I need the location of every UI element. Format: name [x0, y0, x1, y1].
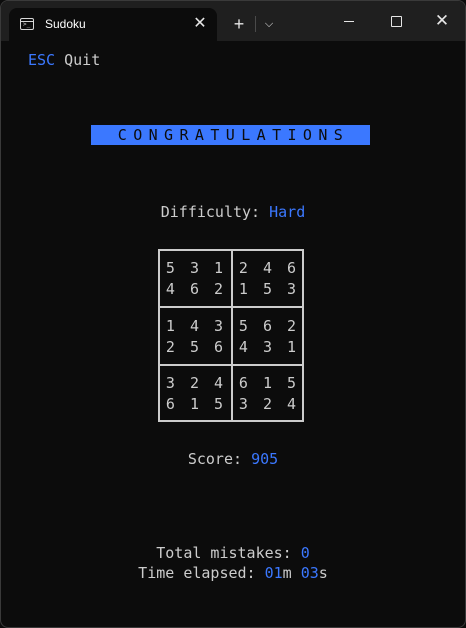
esc-key: ESC	[28, 51, 56, 69]
grid-row: 1 5 3	[238, 280, 300, 298]
mistakes-line: Total mistakes: 0	[1, 544, 465, 562]
difficulty-value: Hard	[269, 203, 306, 221]
elapsed-line: Time elapsed: 01m 03s	[1, 564, 465, 582]
tab-close-icon[interactable]: ✕	[189, 13, 211, 35]
mistakes-label: Total mistakes:	[156, 544, 292, 562]
grid-row: 3 2 4	[238, 395, 300, 413]
elapsed-minutes-unit: m	[282, 564, 292, 582]
minimize-button[interactable]	[326, 1, 372, 41]
title-bar: >_ Sudoku ✕ + ⌵ ✕	[1, 1, 465, 41]
score-label: Score:	[187, 450, 243, 468]
quit-hint: ESC Quit	[28, 51, 100, 69]
new-tab-button[interactable]: +	[228, 13, 250, 35]
elapsed-label: Time elapsed:	[138, 564, 256, 582]
grid-box: 5 6 2 4 3 1	[233, 315, 302, 365]
terminal-content: ESC Quit CONGRATULATIONS Difficulty: Har…	[1, 41, 465, 627]
grid-row: 6 1 5	[165, 395, 227, 413]
mistakes-value: 0	[300, 544, 310, 562]
grid-row: 2 4 6	[238, 259, 300, 277]
elapsed-seconds: 03	[300, 564, 319, 582]
score-value: 905	[251, 450, 279, 468]
score-line: Score: 905	[1, 450, 465, 468]
tab-title: Sudoku	[45, 17, 86, 31]
tab-sudoku[interactable]: >_ Sudoku ✕	[9, 8, 217, 41]
tab-divider	[255, 16, 256, 32]
maximize-button[interactable]	[373, 1, 419, 41]
grid-row: 5 6 2	[238, 317, 300, 335]
terminal-window: >_ Sudoku ✕ + ⌵ ✕ ESC Quit CONGRATULATIO…	[0, 0, 466, 628]
grid-box: 5 3 1 4 6 2	[160, 257, 229, 307]
congratulations-banner: CONGRATULATIONS	[91, 125, 370, 145]
difficulty-line: Difficulty: Hard	[1, 203, 465, 221]
elapsed-minutes: 01	[264, 564, 283, 582]
grid-row: 6 1 5	[238, 374, 300, 392]
grid-box: 2 4 6 1 5 3	[233, 257, 302, 307]
grid-row: 1 4 3	[165, 317, 227, 335]
grid-row: 4 3 1	[238, 338, 300, 356]
quit-label: Quit	[64, 51, 101, 69]
grid-row: 4 6 2	[165, 280, 227, 298]
grid-box: 1 4 3 2 5 6	[160, 315, 229, 365]
grid-row: 3 2 4	[165, 374, 227, 392]
chevron-down-icon[interactable]: ⌵	[260, 13, 278, 35]
close-window-button[interactable]: ✕	[419, 1, 465, 41]
grid-row: 5 3 1	[165, 259, 227, 277]
grid-box: 3 2 4 6 1 5	[160, 372, 229, 422]
terminal-icon: >_	[20, 18, 34, 30]
elapsed-seconds-unit: s	[318, 564, 328, 582]
sudoku-grid: 5 3 1 4 6 2 2 4 6 1 5 3 1 4 3 2 5 6 5 6 …	[158, 249, 304, 422]
difficulty-label: Difficulty:	[160, 203, 261, 221]
grid-box: 6 1 5 3 2 4	[233, 372, 302, 422]
grid-row: 2 5 6	[165, 338, 227, 356]
